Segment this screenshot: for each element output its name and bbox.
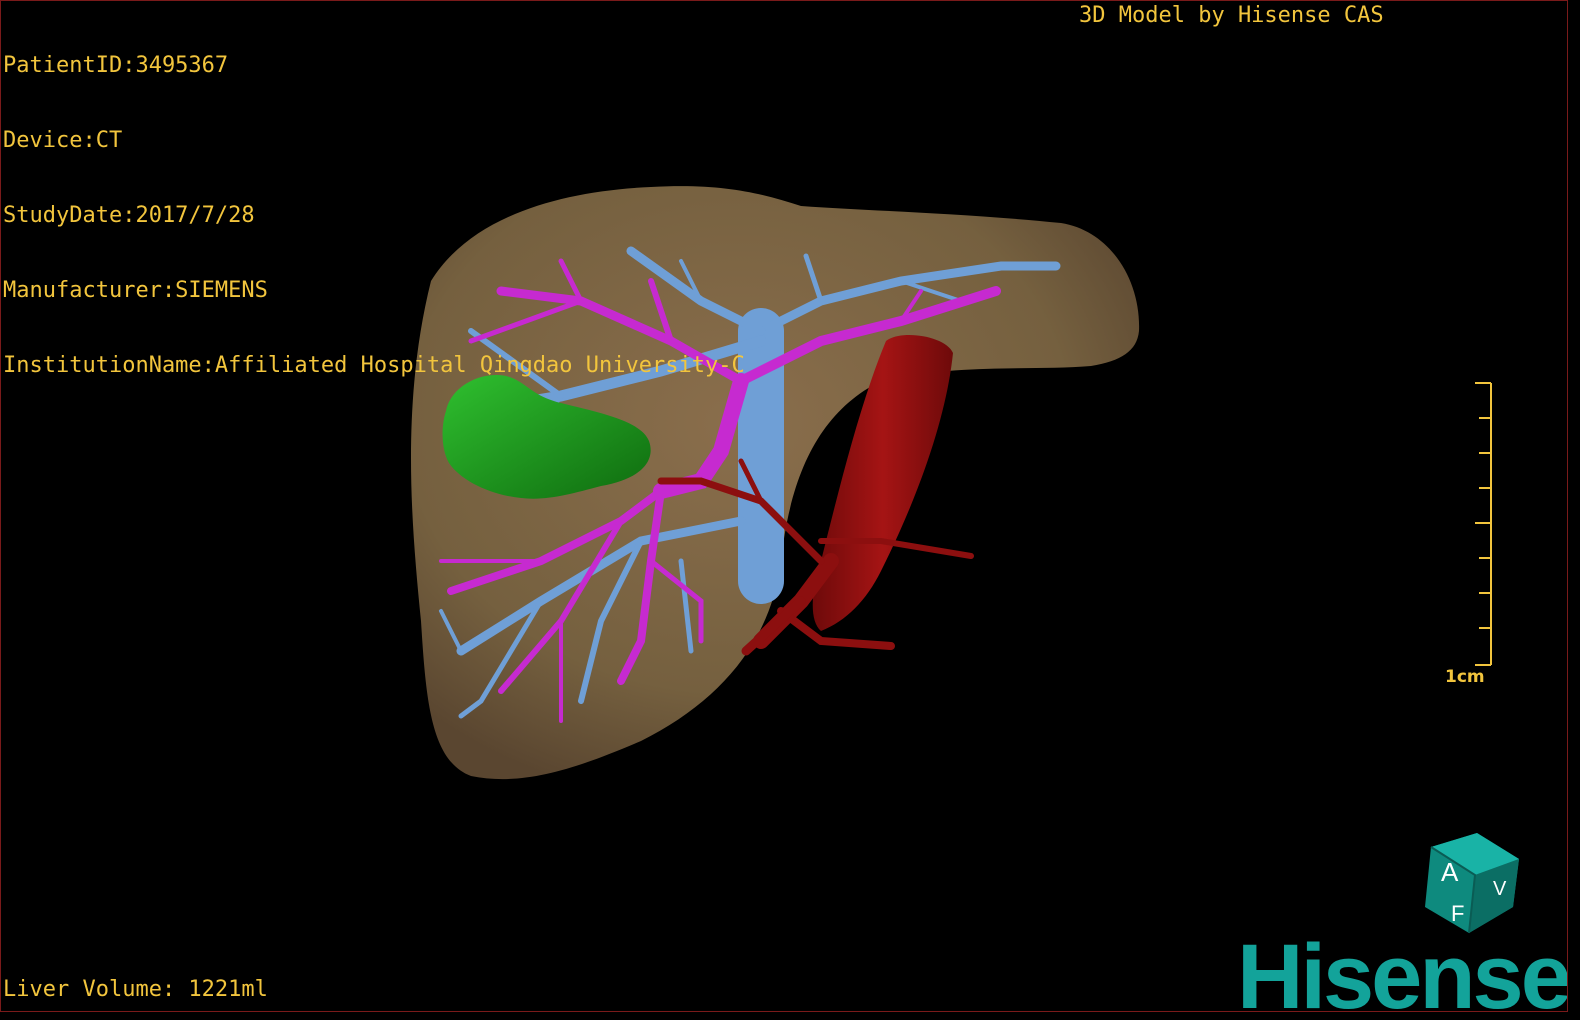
cube-face-bottom-label: F	[1451, 901, 1464, 926]
orientation-cube-icon[interactable]: A F V	[1419, 833, 1529, 937]
device: Device:CT	[3, 128, 123, 153]
institution-name: InstitutionName:Affiliated Hospital Qing…	[3, 353, 745, 378]
study-date: StudyDate:2017/7/28	[3, 203, 255, 228]
scale-bar-label: 1cm	[1445, 667, 1485, 687]
scale-bar	[1475, 382, 1492, 666]
liver-volume: Liver Volume: 1221ml	[3, 977, 268, 1002]
model-credit: 3D Model by Hisense CAS	[1079, 3, 1384, 28]
3d-viewport[interactable]: PatientID:3495367 Device:CT StudyDate:20…	[0, 0, 1568, 1012]
hisense-logo: Hisense	[1237, 926, 1568, 1012]
manufacturer: Manufacturer:SIEMENS	[3, 278, 268, 303]
cube-face-side-label: V	[1493, 878, 1507, 900]
dicom-info-overlay: PatientID:3495367 Device:CT StudyDate:20…	[3, 3, 745, 428]
cube-face-front-label: A	[1441, 857, 1459, 887]
patient-id: PatientID:3495367	[3, 53, 229, 78]
